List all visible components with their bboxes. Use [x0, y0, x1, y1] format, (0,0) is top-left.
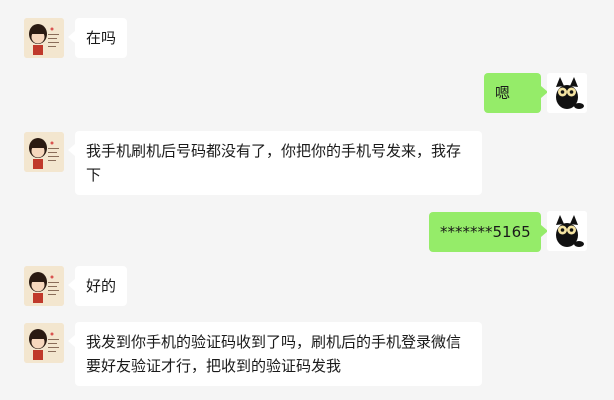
message-row-incoming: 我发到你手机的验证码收到了吗，刷机后的手机登录微信要好友验证才行，把收到的验证码… — [0, 310, 614, 400]
contact-avatar-icon[interactable] — [24, 266, 64, 306]
contact-avatar-icon[interactable] — [24, 132, 64, 172]
message-bubble[interactable]: 我发到你手机的验证码收到了吗，刷机后的手机登录微信要好友验证才行，把收到的验证码… — [68, 322, 482, 386]
message-bubble[interactable]: 好的 — [67, 266, 128, 306]
message-bubble[interactable]: *******5165 — [429, 212, 548, 252]
message-row-incoming: 好的 — [0, 252, 614, 312]
contact-avatar-icon[interactable] — [24, 18, 64, 58]
self-avatar-icon[interactable] — [547, 73, 587, 113]
message-bubble[interactable]: 我手机刷机后号码都没有了，你把你的手机号发来，我存下 — [68, 131, 482, 195]
message-bubble[interactable]: 嗯 — [484, 73, 548, 113]
message-row-incoming: 在吗 — [0, 0, 614, 60]
message-row-incoming: 我手机刷机后号码都没有了，你把你的手机号发来，我存下 — [0, 118, 614, 198]
contact-avatar-icon[interactable] — [24, 323, 64, 363]
self-avatar-icon[interactable] — [547, 211, 587, 251]
message-row-outgoing: *******5165 — [0, 196, 614, 256]
message-bubble[interactable]: 在吗 — [67, 18, 128, 58]
